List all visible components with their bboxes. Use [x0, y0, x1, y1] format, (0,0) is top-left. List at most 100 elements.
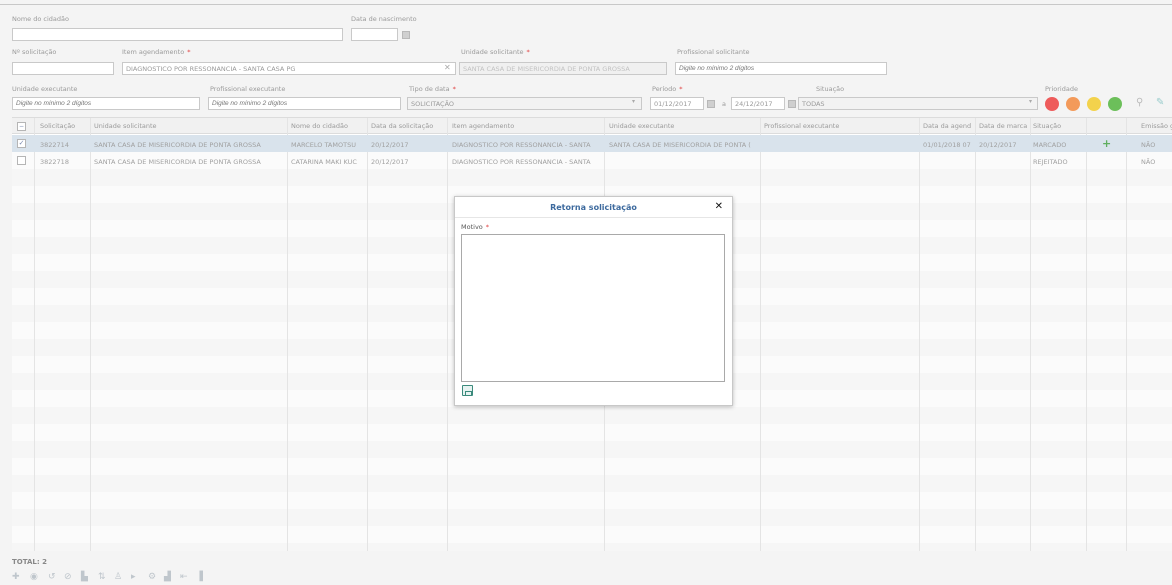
label-unidade-solicitante: Unidade solicitante *	[461, 48, 530, 56]
table-row-bg	[12, 509, 1172, 526]
col-unidade-solicitante[interactable]: Unidade solicitante	[94, 122, 157, 130]
dialog-title: Retorna solicitação	[550, 203, 637, 212]
settings-icon[interactable]: ⚙	[148, 572, 156, 582]
col-item-agendamento[interactable]: Item agendamento	[452, 122, 514, 130]
select-all-checkbox[interactable]: −	[17, 122, 26, 131]
motivo-textarea[interactable]	[461, 234, 725, 382]
table-row-bg	[12, 543, 1172, 551]
table-row-bg	[12, 441, 1172, 458]
motivo-label: Motivo *	[461, 223, 490, 231]
retorna-solicitacao-dialog: Retorna solicitação ✕ Motivo *	[454, 196, 733, 406]
chevron-down-icon[interactable]: ▾	[632, 98, 635, 105]
col-data-solicitacao[interactable]: Data da solicitação	[371, 122, 433, 130]
unidade-executante-input[interactable]	[12, 97, 200, 110]
item-agendamento-input[interactable]: DIAGNOSTICO POR RESSONANCIA - SANTA CASA…	[122, 62, 456, 75]
col-profissional-executante[interactable]: Profissional executante	[764, 122, 839, 130]
person-icon[interactable]: ♙	[114, 572, 122, 582]
save-icon[interactable]	[462, 385, 473, 396]
transfer-icon[interactable]: ⇅	[98, 572, 106, 582]
cell-unidade-executante: SANTA CASA DE MISERICORDIA DE PONTA (	[609, 141, 751, 149]
periodo-fim-input[interactable]: 24/12/2017	[731, 97, 785, 110]
label-profissional-solicitante: Profissional solicitante	[677, 48, 750, 56]
print-icon[interactable]: ▟	[164, 572, 171, 582]
edit-icon[interactable]: ✎	[1156, 97, 1164, 108]
table-row-bg	[12, 492, 1172, 509]
cell-solicitacao: 3822718	[40, 158, 69, 166]
play-icon[interactable]: ▸	[131, 572, 136, 582]
cell-emissao: NÃO	[1141, 158, 1156, 166]
search-icon[interactable]: ⚲	[1136, 97, 1143, 108]
cell-data-solicitacao: 20/12/2017	[371, 158, 409, 166]
label-prioridade: Prioridade	[1045, 85, 1078, 93]
profissional-executante-input[interactable]	[208, 97, 401, 110]
priority-dot[interactable]	[1087, 97, 1101, 111]
tipo-data-select[interactable]: SOLICITAÇÃO	[407, 97, 642, 110]
label-item-agendamento: Item agendamento *	[122, 48, 191, 56]
priority-dot[interactable]	[1045, 97, 1059, 111]
cell-situacao: MARCADO	[1033, 141, 1067, 149]
label-data-nascimento: Data de nascimento	[351, 15, 417, 23]
table-row-bg	[12, 169, 1172, 186]
label-situacao: Situação	[816, 85, 845, 93]
situacao-select[interactable]: TODAS	[798, 97, 1038, 110]
data-nascimento-input[interactable]	[351, 28, 398, 41]
add-icon[interactable]: ✚	[12, 572, 20, 582]
col-data-marca[interactable]: Data de marca	[979, 122, 1027, 130]
close-icon[interactable]: ✕	[715, 201, 723, 212]
priority-dot[interactable]	[1066, 97, 1080, 111]
table-row-bg	[12, 475, 1172, 492]
cancel-icon[interactable]: ⊘	[64, 572, 72, 582]
table-row-bg	[12, 458, 1172, 475]
clear-icon[interactable]: ✕	[444, 63, 451, 72]
cell-situacao: REJEITADO	[1033, 158, 1068, 166]
cell-item: DIAGNOSTICO POR RESSONANCIA - SANTA	[452, 158, 591, 166]
label-unidade-executante: Unidade executante	[12, 85, 78, 93]
cell-unidade-solicitante: SANTA CASA DE MISERICORDIA DE PONTA GROS…	[94, 158, 261, 166]
cell-emissao: NÃO	[1141, 141, 1156, 149]
cell-solicitacao: 3822714	[40, 141, 69, 149]
cell-item: DIAGNOSTICO POR RESSONANCIA - SANTA	[452, 141, 591, 149]
calendar-icon[interactable]	[707, 100, 715, 108]
calendar-icon[interactable]	[788, 100, 796, 108]
cell-data-agend: 01/01/2018 07	[923, 141, 971, 149]
num-solicitacao-input[interactable]	[12, 62, 114, 75]
table-row-bg	[12, 526, 1172, 543]
cell-data-solicitacao: 20/12/2017	[371, 141, 409, 149]
label-profissional-executante: Profissional executante	[210, 85, 286, 93]
return-icon[interactable]: ⇤	[180, 572, 188, 582]
unidade-solicitante-input[interactable]: SANTA CASA DE MISERICORDIA DE PONTA GROS…	[459, 62, 667, 75]
chevron-down-icon[interactable]: ▾	[1029, 98, 1032, 105]
col-emissao-guia[interactable]: Emissão guia	[1141, 122, 1172, 130]
profissional-solicitante-input[interactable]	[675, 62, 887, 75]
row-checkbox[interactable]: ✓	[17, 139, 26, 148]
cell-unidade-solicitante: SANTA CASA DE MISERICORDIA DE PONTA GROS…	[94, 141, 261, 149]
top-divider	[0, 4, 1172, 5]
table-row-bg	[12, 407, 1172, 424]
label-tipo-data: Tipo de data *	[409, 85, 456, 93]
col-nome-cidadao[interactable]: Nome do cidadão	[291, 122, 348, 130]
grid-header: − Solicitação Unidade solicitante Nome d…	[12, 118, 1172, 134]
col-solicitacao[interactable]: Solicitação	[40, 122, 75, 130]
calendar-icon[interactable]	[402, 31, 410, 39]
priority-dot[interactable]	[1108, 97, 1122, 111]
col-unidade-executante[interactable]: Unidade executante	[609, 122, 674, 130]
total-count: TOTAL: 2	[12, 558, 47, 566]
periodo-separator: a	[722, 100, 726, 108]
periodo-inicio-input[interactable]: 01/12/2017	[650, 97, 704, 110]
cell-data-marca: 20/12/2017	[979, 141, 1017, 149]
label-periodo: Período *	[652, 85, 683, 93]
nome-cidadao-input[interactable]	[12, 28, 343, 41]
forward-icon[interactable]: ▐	[196, 572, 203, 582]
export-icon[interactable]: ▙	[81, 572, 88, 582]
table-row-bg	[12, 424, 1172, 441]
undo-icon[interactable]: ↺	[48, 572, 56, 582]
row-checkbox[interactable]	[17, 156, 26, 165]
col-data-agend[interactable]: Data da agend	[923, 122, 971, 130]
label-nome-cidadao: Nome do cidadão	[12, 15, 69, 23]
label-num-solicitacao: Nº solicitação	[12, 48, 57, 56]
view-icon[interactable]: ◉	[30, 572, 38, 582]
col-situacao[interactable]: Situação	[1033, 122, 1061, 130]
dialog-header: Retorna solicitação ✕	[455, 197, 732, 218]
plus-icon[interactable]: +	[1102, 137, 1111, 150]
cell-nome: CATARINA MAKI KUC	[291, 158, 357, 166]
